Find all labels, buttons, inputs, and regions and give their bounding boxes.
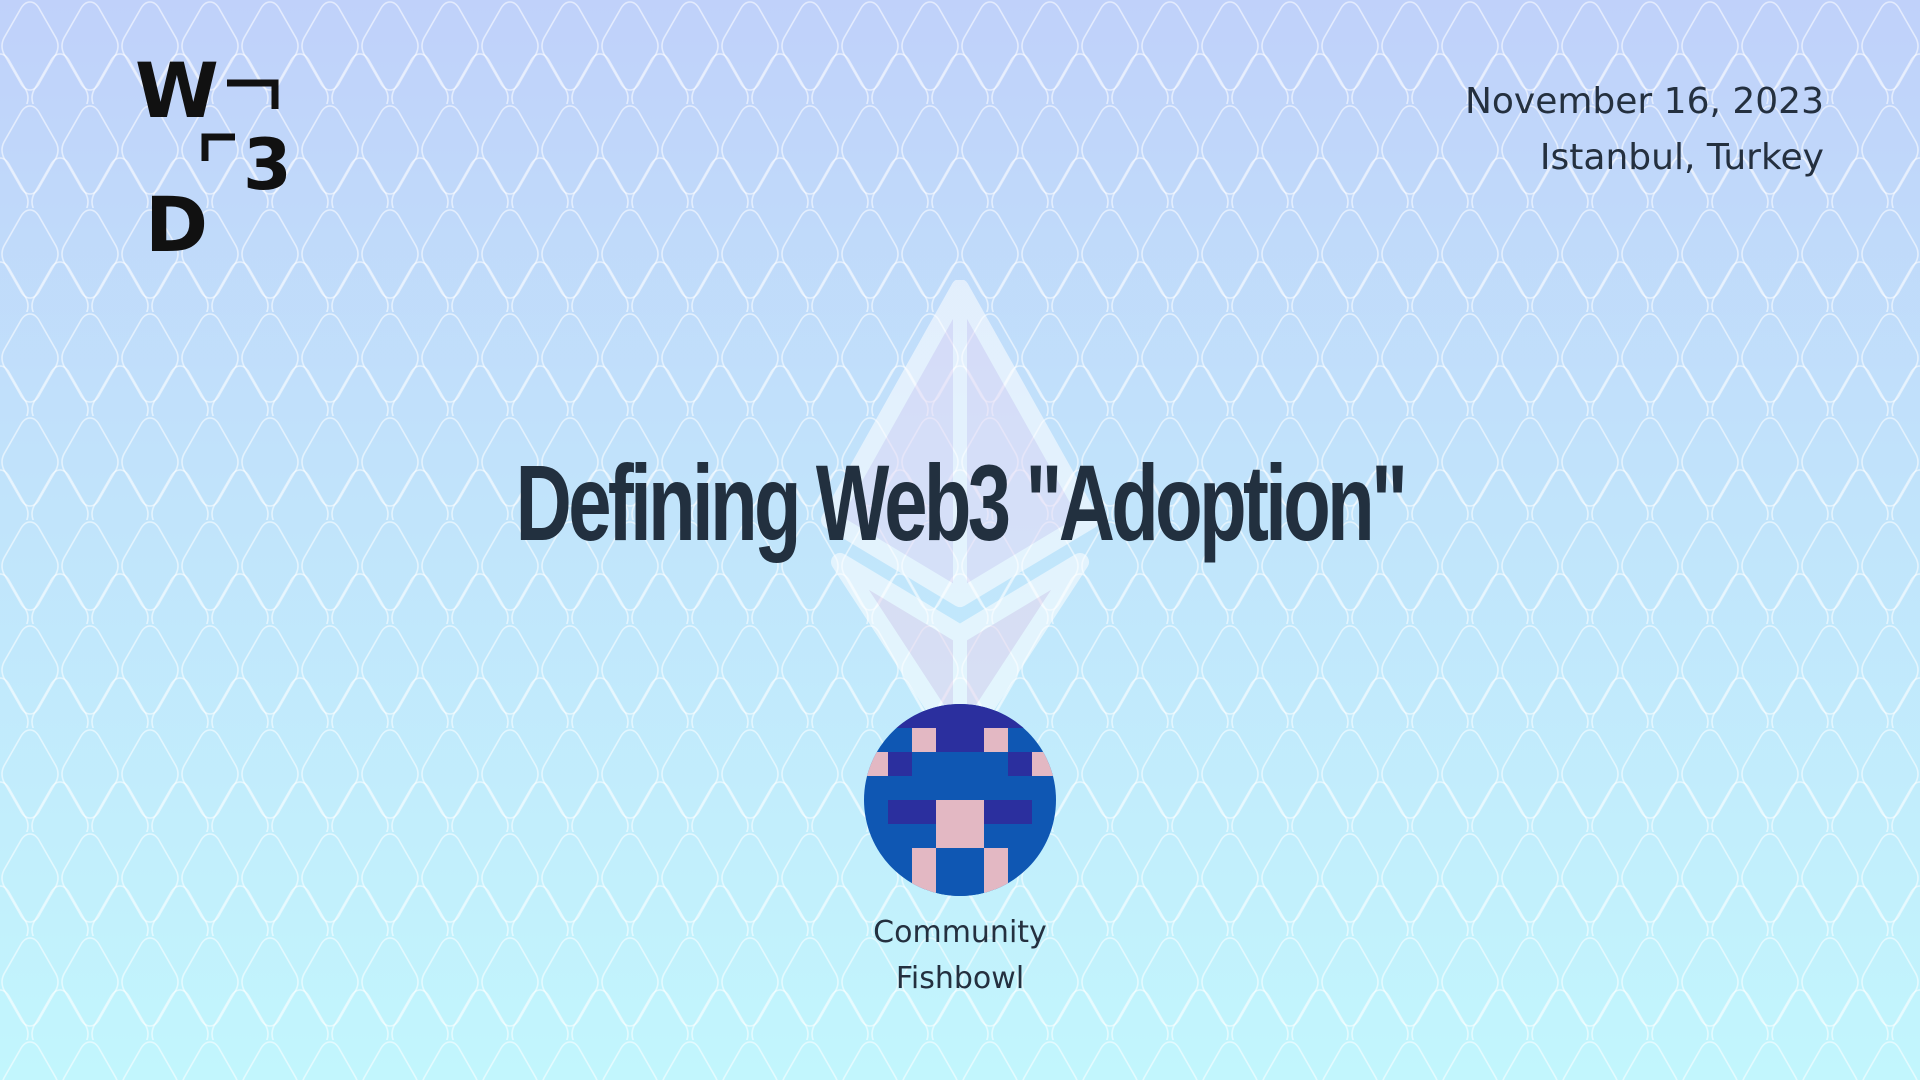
speaker-name: Community Fishbowl [810, 910, 1110, 1002]
logo-letter-w: W [135, 55, 219, 135]
speaker-avatar [864, 704, 1056, 896]
logo-digit-3: 3 [243, 124, 292, 206]
slide: W 3 D November 16, 2023 Istanbul, Turkey… [0, 0, 1920, 1080]
w3d-logo: W 3 D [135, 55, 292, 255]
event-info: November 16, 2023 Istanbul, Turkey [1465, 74, 1824, 186]
speaker-name-line-2: Fishbowl [895, 961, 1025, 996]
event-date: November 16, 2023 [1464, 81, 1824, 122]
speaker-name-line-1: Community [873, 915, 1047, 950]
event-location: Istanbul, Turkey [1539, 137, 1824, 178]
pixel-art-avatar-icon [864, 704, 1056, 896]
slide-title: Defining Web3 "Adoption" [515, 442, 1408, 563]
logo-letter-d: D [145, 180, 208, 255]
